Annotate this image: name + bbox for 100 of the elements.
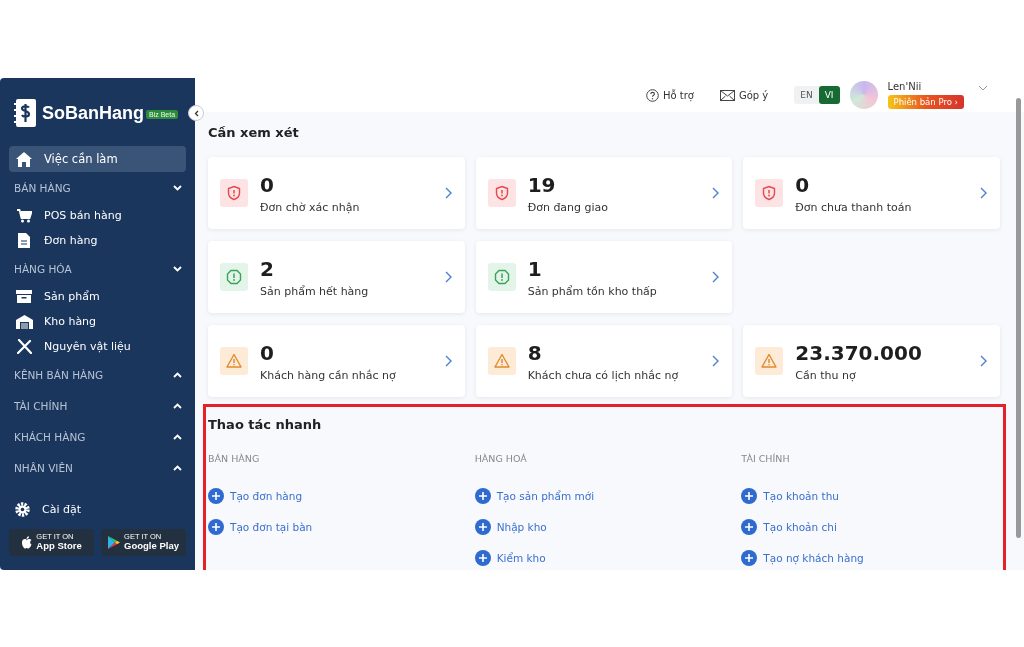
plus-circle-icon [474, 518, 491, 535]
settings-icon [15, 501, 30, 517]
review-label: Sản phẩm tồn kho thấp [527, 284, 658, 298]
octagon-alert-icon [493, 269, 510, 285]
review-count: 23.370.000 [795, 340, 923, 365]
quick-action-link[interactable]: Tạo khoản chi [741, 511, 997, 542]
chevron-right-icon [444, 355, 452, 367]
plus-circle-icon [474, 549, 491, 566]
shield-alert-icon [226, 185, 242, 201]
sidebar-item[interactable]: Việc cần làm [9, 146, 186, 172]
plus-circle-icon [741, 487, 758, 504]
column-heading: HÀNG HOÁ [474, 453, 528, 464]
review-card[interactable]: 2 Sản phẩm hết hàng [208, 241, 465, 313]
sidebar-item[interactable]: Kho hàng [9, 309, 186, 334]
sidebar-section[interactable]: BÁN HÀNG [9, 172, 186, 203]
plus-circle-icon [741, 549, 758, 566]
quick-action-link[interactable]: Tạo đơn hàng [208, 480, 464, 511]
dropdown-chevron-icon[interactable] [978, 85, 988, 91]
help-icon [646, 88, 659, 102]
chevron-right-icon [712, 187, 720, 199]
feedback-link[interactable]: Góp ý [719, 89, 769, 101]
chevron-left-icon [193, 109, 199, 117]
language-option[interactable]: EN [794, 86, 819, 104]
review-card[interactable]: 1 Sản phẩm tồn kho thấp [475, 241, 733, 313]
review-card[interactable]: 0 Đơn chưa thanh toán [743, 157, 1000, 229]
sidebar-section[interactable]: KÊNH BÁN HÀNG [9, 359, 186, 390]
warning-triangle-icon [226, 353, 242, 369]
column-heading: TÀI CHÍNH [741, 453, 791, 464]
chevron-icon [173, 371, 182, 378]
shield-alert-icon [493, 185, 510, 201]
warning-triangle-icon [493, 353, 510, 369]
review-count: 1 [527, 256, 543, 281]
chevron-right-icon [980, 355, 987, 367]
chevron-icon [173, 433, 182, 440]
review-count: 8 [527, 340, 543, 365]
plus-circle-icon [474, 487, 491, 504]
sidebar-section[interactable]: KHÁCH HÀNG [9, 421, 186, 452]
app-logo-text: SoBanHang [42, 102, 144, 124]
sidebar-section[interactable]: HÀNG HÓA [9, 253, 186, 284]
sidebar-section[interactable]: TÀI CHÍNH [9, 390, 186, 421]
chevron-right-icon [712, 355, 720, 367]
section-title: Thao tác nhanh [208, 417, 323, 432]
notebook-dollar-icon [14, 99, 36, 127]
store-name: Google Play [124, 541, 179, 553]
quick-action-link[interactable]: Tạo nợ khách hàng [741, 542, 997, 570]
mail-icon [719, 89, 735, 101]
column-heading: BÁN HÀNG [208, 453, 261, 464]
cart-icon [16, 208, 32, 223]
review-label: Cần thu nợ [795, 368, 857, 382]
scrollbar-thumb[interactable] [1016, 98, 1021, 538]
review-card[interactable]: 0 Đơn chờ xác nhận [208, 157, 465, 229]
chevron-right-icon [980, 187, 987, 199]
chevron-icon [173, 184, 182, 191]
document-icon [18, 233, 30, 248]
review-count: 0 [260, 172, 275, 197]
review-count: 19 [527, 172, 557, 197]
review-card[interactable]: 19 Đơn đang giao [475, 157, 733, 229]
review-count: 0 [260, 340, 275, 365]
warehouse-icon [15, 314, 33, 329]
review-count: 0 [795, 172, 811, 197]
user-avatar[interactable] [849, 81, 878, 109]
review-card[interactable]: 0 Khách hàng cần nhắc nợ [208, 325, 465, 397]
review-label: Đơn chưa thanh toán [795, 200, 913, 214]
chevron-icon [173, 265, 182, 272]
review-label: Khách hàng cần nhắc nợ [260, 368, 397, 382]
review-label: Đơn đang giao [527, 200, 610, 214]
octagon-alert-icon [226, 269, 242, 285]
quick-action-link[interactable]: Tạo khoản thu [741, 480, 997, 511]
help-link[interactable]: Hỗ trợ [646, 88, 694, 102]
chevron-right-icon [444, 187, 452, 199]
sidebar-item[interactable]: POS bán hàng [9, 203, 186, 228]
sidebar-item[interactable]: Đơn hàng [9, 228, 186, 253]
sidebar-item[interactable]: Sản phẩm [9, 284, 186, 309]
review-card[interactable]: 8 Khách chưa có lịch nhắc nợ [475, 325, 733, 397]
play-store-icon [108, 536, 121, 549]
review-label: Khách chưa có lịch nhắc nợ [527, 368, 680, 382]
home-icon [16, 151, 32, 167]
review-label: Sản phẩm hết hàng [260, 284, 370, 298]
warning-triangle-icon [761, 353, 778, 369]
review-count: 2 [260, 256, 275, 281]
language-option[interactable]: VI [818, 86, 840, 104]
chevron-icon [173, 402, 182, 409]
chevron-icon [173, 464, 182, 471]
sidebar-section[interactable]: NHÂN VIÊN [9, 452, 186, 483]
quick-action-link[interactable]: Kiểm kho [474, 542, 731, 570]
settings-item[interactable]: Cài đặt [0, 497, 195, 521]
review-card[interactable]: 23.370.000 Cần thu nợ [743, 325, 1000, 397]
review-label: Đơn chờ xác nhận [260, 200, 361, 214]
quick-action-link[interactable]: Nhập kho [474, 511, 731, 542]
plus-circle-icon [741, 518, 758, 535]
collapse-button[interactable] [188, 105, 204, 121]
pro-plan-badge[interactable]: Phiên bản Pro › [887, 95, 964, 109]
quick-action-link[interactable]: Tạo sản phẩm mới [474, 480, 731, 511]
user-name: Len'Nii [887, 81, 923, 92]
section-title: Cần xem xét [208, 125, 300, 140]
shield-alert-icon [761, 185, 778, 201]
quick-action-link[interactable]: Tạo đơn tại bàn [208, 511, 464, 542]
sidebar-item[interactable]: Nguyên vật liệu [9, 334, 186, 359]
archive-box-icon [16, 290, 32, 303]
chevron-right-icon [712, 271, 720, 283]
